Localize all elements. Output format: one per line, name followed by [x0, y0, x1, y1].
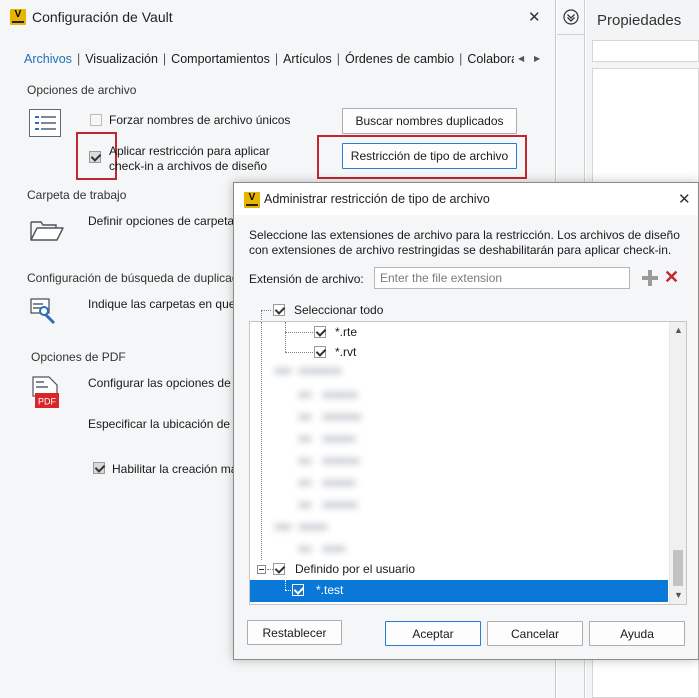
- tab-visualizacion[interactable]: Visualización: [83, 52, 160, 66]
- select-all-row[interactable]: Seleccionar todo: [249, 299, 687, 322]
- force-unique-names-checkbox[interactable]: [90, 114, 102, 126]
- section-duplicate-search-title: Configuración de búsqueda de duplicados: [27, 271, 252, 285]
- tree-row-selected[interactable]: *.test: [250, 580, 668, 602]
- blurred-tree-content: [268, 364, 408, 554]
- dialog-close-icon[interactable]: ✕: [678, 190, 691, 208]
- title-bar: V Configuración de Vault ✕: [0, 0, 555, 34]
- close-icon[interactable]: ✕: [528, 8, 541, 26]
- tab-scroll-left-icon[interactable]: ◀: [518, 54, 524, 63]
- delete-extension-icon[interactable]: ✕: [664, 268, 679, 286]
- scrollbar-thumb[interactable]: [673, 550, 683, 586]
- dialog-title: Administrar restricción de tipo de archi…: [264, 192, 490, 206]
- tab-colabora[interactable]: Colabora: [465, 52, 514, 66]
- folder-icon: [30, 221, 64, 241]
- configure-pdf-options-text: Configurar las opciones de p: [88, 376, 241, 390]
- tree-item-label: *.rte: [335, 325, 358, 339]
- help-button[interactable]: Ayuda: [589, 621, 685, 646]
- properties-title: Propiedades: [597, 12, 682, 29]
- collapse-user-defined-icon[interactable]: [257, 565, 266, 574]
- pdf-document-icon: PDF: [32, 376, 59, 408]
- enable-pdf-creation-checkbox[interactable]: [93, 462, 105, 474]
- find-duplicates-button[interactable]: Buscar nombres duplicados: [342, 108, 517, 134]
- pdf-badge-text: PDF: [38, 397, 57, 407]
- tree-item-checkbox[interactable]: [314, 346, 326, 358]
- extension-label: Extensión de archivo:: [249, 272, 364, 286]
- file-type-restriction-dialog: V Administrar restricción de tipo de arc…: [233, 182, 699, 660]
- user-item-label: *.test: [316, 583, 344, 597]
- select-all-label: Seleccionar todo: [294, 303, 384, 317]
- dialog-vault-logo-icon: V: [244, 192, 260, 208]
- tree-item-label: *.rvt: [335, 345, 357, 359]
- tab-archivos[interactable]: Archivos: [22, 52, 74, 66]
- extension-input[interactable]: [374, 267, 630, 289]
- apply-restriction-label-line1: Aplicar restricción para aplicar: [109, 144, 270, 158]
- reset-button[interactable]: Restablecer: [247, 620, 342, 645]
- section-working-folder-title: Carpeta de trabajo: [27, 188, 127, 202]
- define-folder-options-text: Definir opciones de carpeta: [88, 214, 235, 228]
- specify-pdf-location-text: Especificar la ubicación de p: [88, 417, 241, 431]
- tab-comportamientos[interactable]: Comportamientos: [169, 52, 272, 66]
- tab-bar: Archivos | Visualización | Comportamientos | A…: [18, 48, 514, 70]
- user-item-checkbox[interactable]: [292, 584, 304, 596]
- section-pdf-options-title: Opciones de PDF: [31, 350, 126, 364]
- file-list-icon: [29, 109, 61, 137]
- add-extension-icon[interactable]: [642, 270, 658, 286]
- tab-articulos[interactable]: Artículos: [281, 52, 334, 66]
- tree-scrollbar[interactable]: ▲ ▼: [669, 322, 686, 604]
- section-file-options-title: Opciones de archivo: [27, 83, 137, 97]
- vault-logo-icon: V: [10, 9, 26, 25]
- enable-pdf-creation-label: Habilitar la creación ma: [112, 462, 238, 476]
- properties-header-box: [592, 40, 699, 62]
- tab-ordenes-de-cambio[interactable]: Órdenes de cambio: [343, 52, 456, 66]
- select-all-checkbox[interactable]: [273, 304, 285, 316]
- window-title: Configuración de Vault: [32, 9, 173, 25]
- apply-restriction-label-line2: check-in a archivos de diseño: [109, 159, 268, 173]
- collapse-panel-icon[interactable]: [563, 9, 579, 25]
- accept-button[interactable]: Aceptar: [385, 621, 481, 646]
- user-defined-label: Definido por el usuario: [295, 562, 416, 576]
- dialog-title-bar: V Administrar restricción de tipo de arc…: [234, 183, 698, 215]
- indicate-folders-text: Indique las carpetas en que: [88, 297, 236, 311]
- dialog-description: Seleccione las extensiones de archivo pa…: [249, 228, 680, 257]
- cancel-button[interactable]: Cancelar: [487, 621, 583, 646]
- tree-item-checkbox[interactable]: [314, 326, 326, 338]
- folder-search-icon: [30, 298, 56, 325]
- tab-scroll-right-icon[interactable]: ▶: [534, 54, 540, 63]
- scroll-down-icon[interactable]: ▼: [674, 590, 683, 600]
- user-defined-checkbox[interactable]: [273, 563, 285, 575]
- highlight-file-type-restriction-button: [317, 135, 527, 179]
- extension-tree[interactable]: *.rte *.rvt Definido por el usuario *.te…: [249, 321, 687, 605]
- force-unique-names-label: Forzar nombres de archivo únicos: [109, 113, 291, 127]
- scroll-up-icon[interactable]: ▲: [674, 325, 683, 335]
